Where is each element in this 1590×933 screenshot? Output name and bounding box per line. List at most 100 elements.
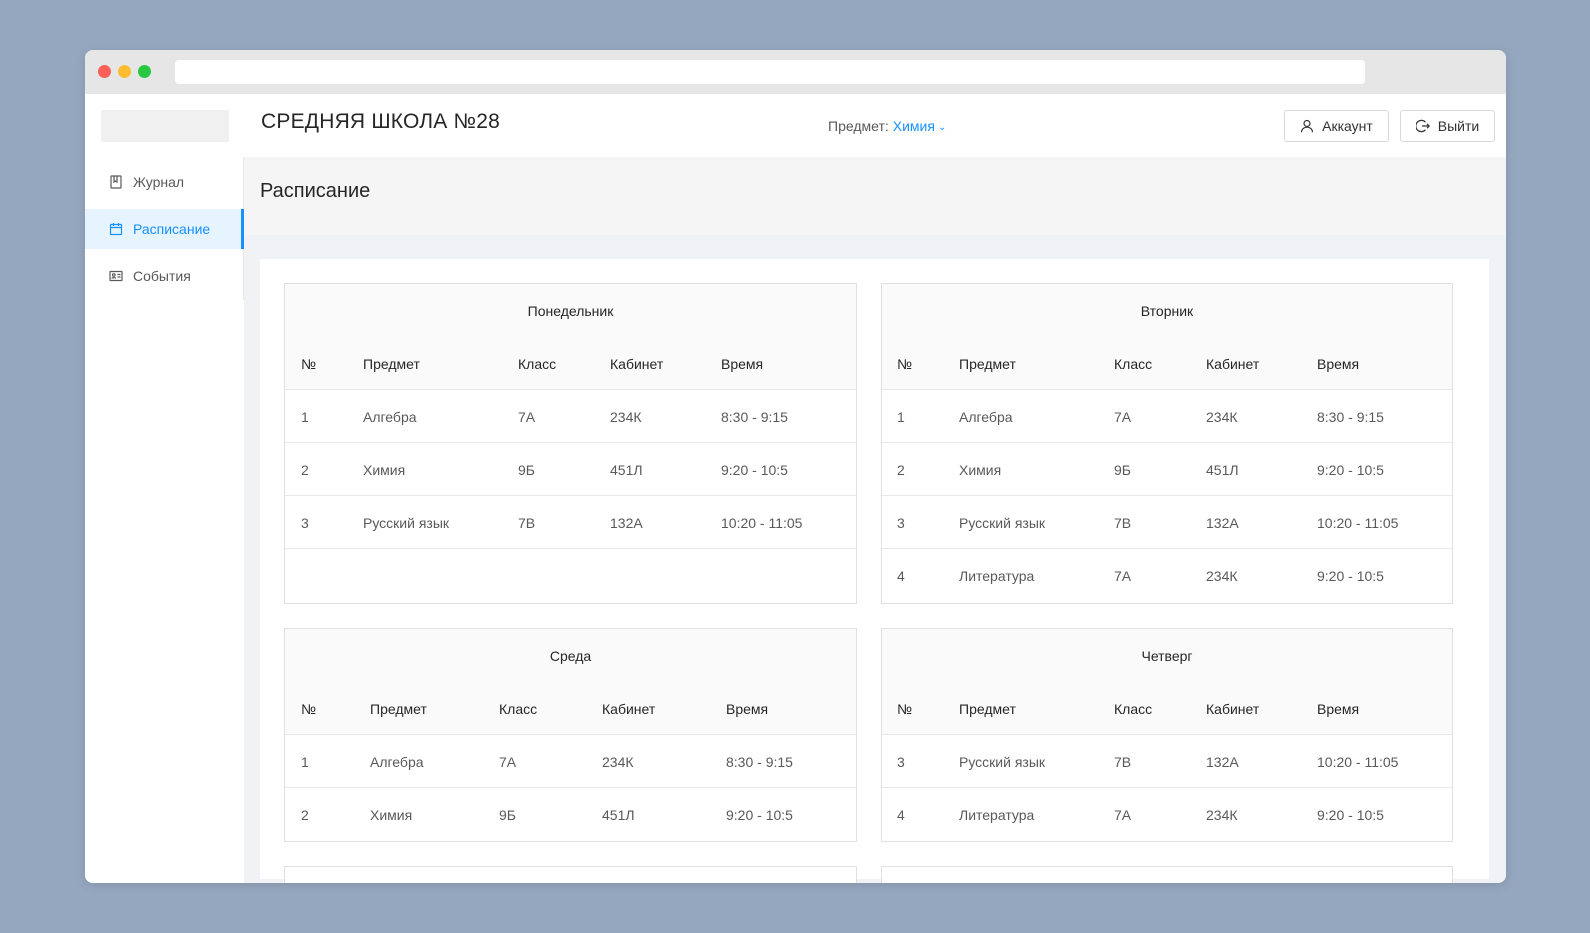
cell-subject: Русский язык (959, 515, 1046, 531)
cell-number: 2 (301, 807, 309, 823)
sidebar-item-journal[interactable]: Журнал (85, 162, 244, 202)
close-window-button[interactable] (98, 65, 111, 78)
cell-time: 9:20 - 10:5 (1317, 568, 1384, 584)
cell-class: 9Б (518, 462, 535, 478)
logout-icon (1415, 119, 1430, 133)
logout-button[interactable]: Выйти (1400, 110, 1495, 142)
sidebar-item-label: События (133, 268, 191, 284)
table-row: 1 Алгебра 7А 234К 8:30 - 9:15 (285, 735, 856, 788)
column-header-class: Класс (518, 356, 557, 372)
cell-room: 234К (1206, 409, 1238, 425)
address-bar[interactable] (175, 60, 1365, 84)
cell-number: 4 (897, 807, 905, 823)
cell-subject: Химия (363, 462, 406, 478)
cell-class: 7В (1114, 515, 1132, 531)
page-title: Расписание (260, 180, 371, 202)
sidebar-item-label: Расписание (133, 221, 211, 237)
table-row: 2 Химия 9Б 451Л 9:20 - 10:5 (285, 443, 856, 496)
cell-class: 7А (518, 409, 536, 425)
cell-class: 7В (1114, 754, 1132, 770)
app: СРЕДНЯЯ ШКОЛА №28 Предмет: Химия ⌄ Аккаунт… (85, 94, 1506, 883)
cell-room: 234К (610, 409, 642, 425)
cell-subject: Алгебра (370, 754, 424, 770)
cell-room: 234К (1206, 568, 1238, 584)
table-row: 4 Литература 7А 234К 9:20 - 10:5 (882, 788, 1452, 841)
cell-room: 451Л (602, 807, 635, 823)
column-header-time: Время (1317, 356, 1360, 372)
column-header-room: Кабинет (1206, 356, 1260, 372)
sidebar-item-events[interactable]: События (85, 256, 244, 296)
cell-subject: Русский язык (959, 754, 1046, 770)
sidebar: Журнал Расписание События (85, 157, 244, 883)
table-row: 4 Литература 7А 234К 9:20 - 10:5 (882, 549, 1452, 602)
user-icon (1300, 119, 1314, 133)
account-label: Аккаунт (1322, 118, 1373, 134)
day-header: Понедельник № Предмет Класс Кабинет Врем… (285, 284, 856, 390)
column-header-time: Время (721, 356, 764, 372)
subject-label: Предмет: (828, 118, 889, 134)
cell-subject: Химия (959, 462, 1002, 478)
cell-number: 3 (897, 754, 905, 770)
cell-class: 7В (518, 515, 536, 531)
cell-class: 7А (1114, 568, 1132, 584)
browser-window: СРЕДНЯЯ ШКОЛА №28 Предмет: Химия ⌄ Аккаунт… (85, 50, 1506, 883)
day-card-wednesday: Среда № Предмет Класс Кабинет Время 1 Ал… (284, 628, 857, 842)
sidebar-item-schedule[interactable]: Расписание (85, 209, 244, 249)
day-header: Вторник № Предмет Класс Кабинет Время (882, 284, 1452, 390)
column-header-number: № (301, 356, 317, 372)
day-header: Среда № Предмет Класс Кабинет Время (285, 629, 856, 735)
day-header: Четверг № Предмет Класс Кабинет Время (882, 629, 1452, 735)
day-title: Понедельник (527, 303, 614, 319)
table-row: 1 Алгебра 7А 234К 8:30 - 9:15 (285, 390, 856, 443)
day-title: Среда (549, 648, 592, 664)
subject-selector[interactable]: Предмет: Химия ⌄ (828, 118, 946, 134)
maximize-window-button[interactable] (138, 65, 151, 78)
cell-room: 451Л (610, 462, 643, 478)
page-header: Расписание (244, 157, 1506, 235)
day-title: Четверг (1141, 648, 1193, 664)
subject-value[interactable]: Химия (893, 118, 935, 134)
cell-room: 234К (1206, 807, 1238, 823)
table-row: 1 Алгебра 7А 234К 8:30 - 9:15 (882, 390, 1452, 443)
cell-number: 1 (301, 754, 309, 770)
account-button[interactable]: Аккаунт (1284, 110, 1389, 142)
cell-class: 9Б (1114, 462, 1131, 478)
empty-row (285, 549, 856, 603)
table-row: 3 Русский язык 7В 132А 10:20 - 11:05 (882, 496, 1452, 549)
table-row: 2 Химия 9Б 451Л 9:20 - 10:5 (285, 788, 856, 841)
table-row: 3 Русский язык 7В 132А 10:20 - 11:05 (285, 496, 856, 549)
table-row: 2 Химия 9Б 451Л 9:20 - 10:5 (882, 443, 1452, 496)
cell-room: 132А (610, 515, 643, 531)
cell-time: 8:30 - 9:15 (721, 409, 788, 425)
cell-subject: Химия (370, 807, 413, 823)
day-card-thursday: Четверг № Предмет Класс Кабинет Время 3 … (881, 628, 1453, 842)
cell-number: 2 (301, 462, 309, 478)
cell-time: 9:20 - 10:5 (721, 462, 788, 478)
minimize-window-button[interactable] (118, 65, 131, 78)
cell-number: 3 (897, 515, 905, 531)
cell-time: 10:20 - 11:05 (1317, 754, 1399, 770)
chevron-down-icon[interactable]: ⌄ (938, 122, 946, 133)
table-row: 3 Русский язык 7В 132А 10:20 - 11:05 (882, 735, 1452, 788)
column-header-subject: Предмет (959, 356, 1016, 372)
main-area: Расписание Понедельник № Предмет Класс К… (244, 157, 1506, 883)
cell-room: 234К (602, 754, 634, 770)
column-header-subject: Предмет (363, 356, 420, 372)
cell-subject: Алгебра (363, 409, 417, 425)
cell-room: 132А (1206, 515, 1239, 531)
column-header-subject: Предмет (959, 701, 1016, 717)
column-header-number: № (301, 701, 317, 717)
cell-room: 451Л (1206, 462, 1239, 478)
browser-chrome (85, 50, 1506, 94)
cell-subject: Алгебра (959, 409, 1013, 425)
cell-number: 1 (897, 409, 905, 425)
column-header-time: Время (1317, 701, 1360, 717)
cell-class: 9Б (499, 807, 516, 823)
day-title: Вторник (1140, 303, 1194, 319)
cell-subject: Литература (959, 568, 1035, 584)
app-header: СРЕДНЯЯ ШКОЛА №28 Предмет: Химия ⌄ Аккаунт… (85, 94, 1506, 157)
column-header-room: Кабинет (1206, 701, 1260, 717)
column-header-class: Класс (1114, 356, 1153, 372)
cell-time: 8:30 - 9:15 (726, 754, 793, 770)
cell-subject: Литература (959, 807, 1035, 823)
